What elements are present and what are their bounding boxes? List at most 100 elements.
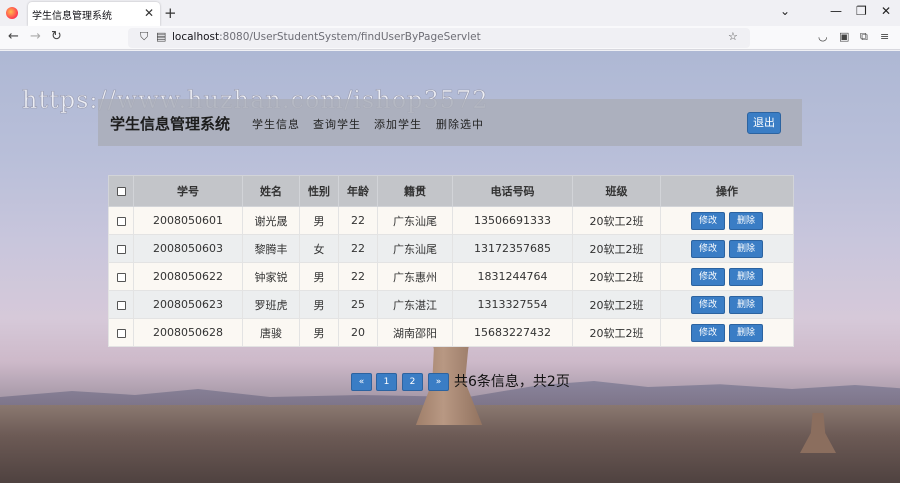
- cell-name: 唐骏: [242, 318, 300, 347]
- row-select-cell[interactable]: [108, 206, 134, 235]
- tab-list-chevron-icon[interactable]: ⌄: [780, 4, 790, 18]
- edit-button[interactable]: 修改: [690, 295, 725, 314]
- minimize-icon[interactable]: —: [830, 4, 842, 18]
- page-info-icon[interactable]: ▤: [156, 30, 166, 43]
- header-cell: 性别: [299, 175, 339, 207]
- row-select-cell[interactable]: [108, 262, 134, 291]
- delete-button[interactable]: 删除: [729, 323, 764, 342]
- restore-icon[interactable]: ❐: [856, 4, 867, 18]
- address-bar[interactable]: ⛉ ▤ localhost:8080/UserStudentSystem/fin…: [128, 28, 750, 48]
- table-row: 2008050628 唐骏 男 20 湖南邵阳 15683227432 20软工…: [108, 318, 794, 347]
- cell-name: 谢光晟: [242, 206, 300, 235]
- delete-button[interactable]: 删除: [729, 267, 764, 286]
- row-checkbox[interactable]: [116, 216, 126, 226]
- container-icon[interactable]: ▣: [839, 30, 849, 43]
- new-tab-icon[interactable]: +: [164, 4, 177, 22]
- cell-class: 20软工2班: [572, 262, 661, 291]
- select-all-checkbox[interactable]: [116, 187, 126, 196]
- pagination-next-button[interactable]: »: [428, 373, 449, 391]
- row-checkbox[interactable]: [116, 272, 126, 282]
- url-text[interactable]: localhost:8080/UserStudentSystem/findUse…: [172, 31, 481, 43]
- table-row: 2008050601 谢光晟 男 22 广东汕尾 13506691333 20软…: [108, 206, 794, 235]
- header-cell: 籍贯: [377, 175, 453, 207]
- cell-student-id: 2008050603: [133, 234, 243, 263]
- cell-age: 25: [338, 290, 378, 319]
- cell-class: 20软工2班: [572, 318, 661, 347]
- menu-delete-selected[interactable]: 删除选中: [436, 116, 484, 132]
- cell-class: 20软工2班: [572, 290, 661, 319]
- bookmark-star-icon[interactable]: ☆: [728, 30, 738, 43]
- extensions-icon[interactable]: ⧉: [860, 30, 868, 44]
- cell-student-id: 2008050623: [133, 290, 243, 319]
- forward-icon[interactable]: →: [30, 29, 41, 44]
- cell-student-id: 2008050601: [133, 206, 243, 235]
- menu-add-student[interactable]: 添加学生: [374, 116, 422, 132]
- table-row: 2008050622 钟家锐 男 22 广东惠州 1831244764 20软工…: [108, 262, 794, 291]
- pagination-page-1[interactable]: 1: [376, 373, 397, 391]
- logout-button[interactable]: 退出: [747, 112, 781, 134]
- delete-button[interactable]: 删除: [729, 211, 764, 230]
- menu-query-student[interactable]: 查询学生: [313, 116, 361, 132]
- student-table: 学号 姓名 性别 年龄 籍贯 电话号码 班级 操作 2008050601 谢光晟…: [108, 175, 794, 347]
- pagination-page-2[interactable]: 2: [402, 373, 423, 391]
- header-select-all[interactable]: [108, 175, 134, 207]
- row-select-cell[interactable]: [108, 234, 134, 263]
- pocket-icon[interactable]: ◡: [818, 30, 828, 43]
- cell-age: 22: [338, 234, 378, 263]
- cell-age: 22: [338, 262, 378, 291]
- row-select-cell[interactable]: [108, 290, 134, 319]
- cell-phone: 13172357685: [452, 234, 573, 263]
- firefox-icon: [6, 7, 18, 19]
- pagination-prev-button[interactable]: «: [351, 373, 372, 391]
- cell-class: 20软工2班: [572, 234, 661, 263]
- table-header-row: 学号 姓名 性别 年龄 籍贯 电话号码 班级 操作: [108, 175, 794, 207]
- edit-button[interactable]: 修改: [690, 211, 725, 230]
- cell-age: 22: [338, 206, 378, 235]
- cell-phone: 13506691333: [452, 206, 573, 235]
- app-title: 学生信息管理系统: [110, 115, 231, 133]
- cell-phone: 1831244764: [452, 262, 573, 291]
- delete-button[interactable]: 删除: [729, 295, 764, 314]
- cell-actions: 修改 删除: [660, 206, 794, 235]
- cell-name: 黎腾丰: [242, 234, 300, 263]
- header-cell: 姓名: [242, 175, 300, 207]
- cell-phone: 15683227432: [452, 318, 573, 347]
- close-window-icon[interactable]: ✕: [881, 4, 891, 18]
- app-header: 学生信息管理系统 学生信息 查询学生 添加学生 删除选中 退出: [98, 99, 802, 146]
- cell-name: 罗班虎: [242, 290, 300, 319]
- table-row: 2008050603 黎腾丰 女 22 广东汕尾 13172357685 20软…: [108, 234, 794, 263]
- cell-origin: 广东汕尾: [377, 234, 453, 263]
- header-cell: 操作: [660, 175, 794, 207]
- row-checkbox[interactable]: [116, 300, 126, 310]
- reload-icon[interactable]: ↻: [51, 29, 62, 44]
- menu-icon[interactable]: ≡: [880, 30, 889, 43]
- cell-phone: 1313327554: [452, 290, 573, 319]
- cell-actions: 修改 删除: [660, 318, 794, 347]
- cell-gender: 男: [299, 206, 339, 235]
- cell-class: 20软工2班: [572, 206, 661, 235]
- edit-button[interactable]: 修改: [690, 267, 725, 286]
- tab-close-icon[interactable]: ✕: [144, 6, 154, 20]
- pagination-info: 共6条信息，共2页: [454, 374, 570, 390]
- row-select-cell[interactable]: [108, 318, 134, 347]
- cell-gender: 男: [299, 318, 339, 347]
- cell-origin: 广东惠州: [377, 262, 453, 291]
- cell-age: 20: [338, 318, 378, 347]
- tab-title: 学生信息管理系统: [32, 11, 112, 22]
- back-icon[interactable]: ←: [8, 29, 19, 44]
- header-cell: 班级: [572, 175, 661, 207]
- row-checkbox[interactable]: [116, 244, 126, 254]
- cell-origin: 广东湛江: [377, 290, 453, 319]
- browser-tab[interactable]: 学生信息管理系统 ✕: [28, 2, 160, 26]
- row-checkbox[interactable]: [116, 328, 126, 338]
- cell-actions: 修改 删除: [660, 262, 794, 291]
- shield-icon[interactable]: ⛉: [140, 30, 148, 44]
- header-cell: 学号: [133, 175, 243, 207]
- edit-button[interactable]: 修改: [690, 323, 725, 342]
- delete-button[interactable]: 删除: [729, 239, 764, 258]
- edit-button[interactable]: 修改: [690, 239, 725, 258]
- cell-actions: 修改 删除: [660, 290, 794, 319]
- header-cell: 电话号码: [452, 175, 573, 207]
- menu-student-info[interactable]: 学生信息: [252, 116, 300, 132]
- cell-student-id: 2008050628: [133, 318, 243, 347]
